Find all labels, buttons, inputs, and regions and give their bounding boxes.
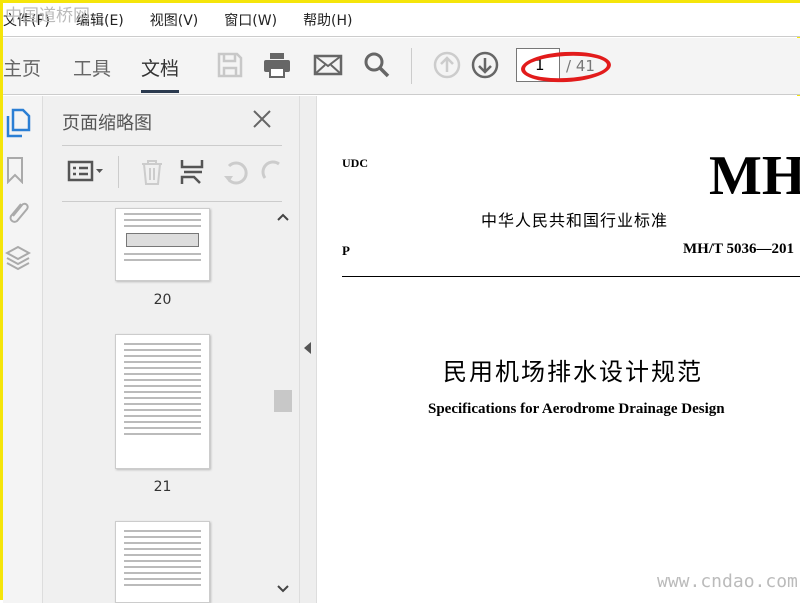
thumbnail-label: 21 — [153, 479, 172, 495]
close-icon[interactable] — [252, 109, 272, 129]
next-page-icon[interactable] — [470, 50, 500, 80]
industry-standard-label: 中华人民共和国行业标准 — [481, 211, 669, 230]
nav-rail — [3, 96, 43, 603]
rotate-cw-icon[interactable] — [261, 158, 281, 186]
p-label: P — [342, 243, 350, 258]
email-icon[interactable] — [313, 50, 343, 80]
prev-page-icon[interactable] — [432, 50, 462, 80]
save-icon[interactable] — [215, 50, 245, 80]
tab-home[interactable]: 主页 — [3, 54, 41, 81]
menu-window[interactable]: 窗口(W) — [224, 10, 277, 30]
tab-tools[interactable]: 工具 — [73, 54, 111, 81]
mh-logo: MH — [709, 145, 800, 207]
thumbnail-options-icon[interactable] — [67, 159, 107, 183]
divider — [62, 145, 282, 146]
page-thumbnails-icon[interactable] — [5, 108, 31, 138]
panel-splitter[interactable] — [300, 96, 317, 603]
attachment-icon[interactable] — [5, 198, 29, 226]
watermark-url: www.cndao.com — [657, 571, 798, 592]
menu-help[interactable]: 帮助(H) — [303, 10, 352, 30]
thumbnail-page-22[interactable] — [115, 521, 210, 603]
thumbnail-page-21[interactable] — [115, 334, 210, 469]
tab-document[interactable]: 文档 — [141, 54, 180, 93]
toolbar: 主页 工具 文档 1 / 41 — [3, 38, 800, 95]
bookmark-icon[interactable] — [6, 156, 26, 184]
extract-page-icon[interactable] — [179, 158, 207, 186]
title-chinese: 民用机场排水设计规范 — [443, 358, 703, 386]
thumbnail-page-20[interactable] — [115, 208, 210, 281]
watermark-logo: 中国道桥网 — [5, 6, 90, 26]
menu-bar: 文件(F) 编辑(E) 视图(V) 窗口(W) 帮助(H) — [3, 3, 800, 37]
udc-label: UDC — [342, 156, 368, 170]
delete-icon[interactable] — [139, 158, 165, 186]
rotate-ccw-icon[interactable] — [221, 158, 249, 186]
panel-title: 页面缩略图 — [62, 113, 152, 134]
thumbnail-panel: 页面缩略图 20 21 — [43, 96, 300, 603]
print-icon[interactable] — [262, 50, 292, 80]
search-icon[interactable] — [362, 50, 392, 80]
divider — [118, 156, 119, 188]
layers-icon[interactable] — [5, 244, 31, 272]
divider — [62, 201, 282, 202]
thumbnail-label: 20 — [153, 292, 172, 308]
collapse-panel-icon[interactable] — [304, 342, 312, 354]
scroll-up-icon[interactable] — [277, 212, 289, 222]
scrollbar[interactable] — [273, 208, 293, 600]
title-english: Specifications for Aerodrome Drainage De… — [428, 401, 725, 417]
scrollbar-thumb[interactable] — [274, 390, 292, 412]
scroll-down-icon[interactable] — [277, 584, 289, 594]
document-page: UDC MH 中华人民共和国行业标准 P MH/T 5036—201 民用机场排… — [317, 96, 800, 603]
menu-view[interactable]: 视图(V) — [150, 10, 199, 30]
rule-line — [342, 276, 800, 277]
divider — [411, 48, 412, 84]
standard-code: MH/T 5036—201 — [683, 241, 794, 257]
